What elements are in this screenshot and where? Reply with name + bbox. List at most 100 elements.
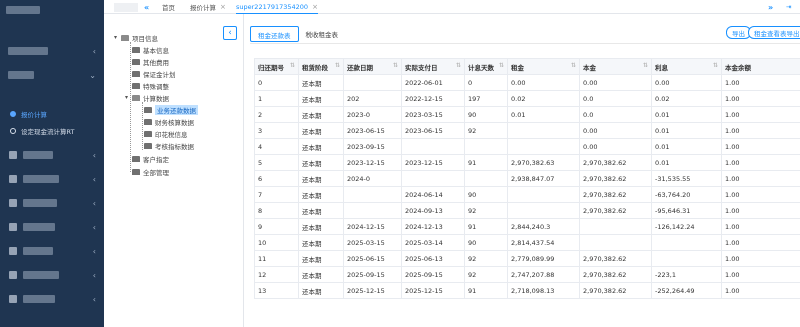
col-date[interactable]: 还款日期 ⇅ (343, 58, 402, 75)
table-row[interactable]: 2 还本期 2023-0 2023-03-15 90 0.01 0.0 0.01 1.00 (254, 106, 800, 123)
sort-icon[interactable]: ⇅ (713, 62, 718, 69)
tree-node-customer[interactable]: 客户指定 (132, 153, 169, 164)
table-row[interactable]: 5 还本期 2023-12-15 2023-12-15 91 2,970,382.63 2,… (254, 154, 800, 171)
menu-icon (9, 199, 17, 207)
sort-icon[interactable]: ⇅ (456, 62, 461, 69)
table-cell: 1.00 (721, 282, 800, 299)
chevron-left-icon: ‹ (92, 150, 96, 160)
table-cell: 92 (464, 266, 508, 283)
col-interest[interactable]: 利息 ⇅ (651, 58, 722, 75)
table-cell: 2025-12-15 (343, 282, 402, 299)
tree-node-deposit[interactable]: 保证金计划 (132, 68, 176, 79)
tree-node-stamp-tax[interactable]: 印花税信息 (144, 128, 188, 139)
col-rent[interactable]: 租金 ⇅ (507, 58, 580, 75)
tree-node-root[interactable]: ▾ 项目信息 (114, 32, 158, 43)
table-row[interactable]: 0 还本期 2022-06-01 0 0.00 0.00 0.00 1.00 (254, 74, 800, 91)
menu-icon (9, 271, 17, 279)
sidebar-subitem-quote[interactable]: 报价计算 (0, 107, 104, 120)
tree-node-adjust[interactable]: 特殊调整 (132, 80, 169, 91)
table-row[interactable]: 12 还本期 2025-09-15 2025-09-15 92 2,747,207.88 2… (254, 266, 800, 283)
collapse-panel-button[interactable]: ‹ (223, 26, 237, 40)
chevron-left-icon: ‹ (92, 46, 96, 56)
sidebar-item-1[interactable]: ‹ (0, 44, 104, 58)
table-cell: 1.00 (721, 74, 800, 91)
col-pay-date[interactable]: 实际支付日 ⇅ (401, 58, 465, 75)
close-icon[interactable]: × (220, 3, 226, 11)
sidebar-item-8[interactable]: ‹ (0, 268, 104, 282)
table-cell: 1.00 (721, 122, 800, 139)
folder-icon (144, 130, 152, 137)
table-cell: 91 (464, 282, 508, 299)
tree-node-label: 计算数据 (143, 94, 169, 103)
table-cell (464, 138, 508, 155)
table-cell: 2,970,382.62 (579, 186, 652, 203)
table-header-row: 归还期号 ⇅ 租赁阶段 ⇅ 还款日期 ⇅ 实际支付日 ⇅ 计息天数 ⇅ 租金 ⇅ 本金 ⇅ 利… (254, 58, 800, 75)
tree-node-calc[interactable]: ▾ 计算数据 (125, 92, 169, 103)
tab-active[interactable]: super2217917354200 × (236, 0, 318, 14)
tree-node-finance[interactable]: 财务核算数据 (144, 116, 194, 127)
col-days[interactable]: 计息天数 ⇅ (464, 58, 508, 75)
sidebar-subitem-cashflow[interactable]: 设定现金流计算RT (0, 124, 104, 137)
col-principal[interactable]: 本金 ⇅ (579, 58, 652, 75)
sidebar-item-5[interactable]: ‹ (0, 196, 104, 210)
table-row[interactable]: 1 还本期 202 2022-12-15 197 0.02 0.0 0.02 1.00 (254, 90, 800, 107)
table-cell: 还本期 (298, 234, 344, 251)
sidebar-item-9[interactable]: ‹ (0, 292, 104, 306)
tab-bar: « 首页 报价计算 × super2217917354200 × » ⇥ (104, 0, 800, 14)
sort-icon[interactable]: ⇅ (571, 62, 576, 69)
sort-icon[interactable]: ⇅ (643, 62, 648, 69)
col-period[interactable]: 归还期号 ⇅ (254, 58, 299, 75)
table-row[interactable]: 10 还本期 2025-03-15 2025-03-14 90 2,814,437.54 1… (254, 234, 800, 251)
table-cell: 还本期 (298, 218, 344, 235)
table-row[interactable]: 13 还本期 2025-12-15 2025-12-15 91 2,718,098.13 2… (254, 282, 800, 299)
tree-node-business-repay[interactable]: 业务还款数据 (144, 104, 198, 115)
table-cell (464, 170, 508, 187)
table-row[interactable]: 4 还本期 2023-09-15 0.00 0.01 1.00 (254, 138, 800, 155)
sidebar-item-2[interactable]: ⌄ (0, 68, 104, 82)
table-cell (507, 186, 580, 203)
chart-icon (9, 247, 17, 255)
sidebar-item-3[interactable]: ‹ (0, 148, 104, 162)
table-cell: 0.00 (579, 138, 652, 155)
tab-tax-table[interactable]: 税收租金表 (299, 26, 346, 42)
table-cell: 1.00 (721, 90, 800, 107)
tab-home[interactable]: 首页 (162, 0, 175, 14)
scroll-left-icon[interactable]: « (144, 0, 149, 14)
table-row[interactable]: 6 还本期 2024-0 2,938,847.07 2,970,382.62 -31,53… (254, 170, 800, 187)
export-all-button[interactable]: 租金查看表导出 (748, 26, 800, 39)
scroll-right-icon[interactable]: » (768, 0, 773, 14)
table-cell: 还本期 (298, 90, 344, 107)
exit-icon[interactable]: ⇥ (786, 0, 791, 14)
sort-icon[interactable]: ⇅ (335, 62, 340, 69)
chevron-down-icon: ⌄ (89, 70, 96, 80)
table-cell (401, 170, 465, 187)
table-cell: 202 (343, 90, 402, 107)
tree-node-other-fee[interactable]: 其他费用 (132, 56, 169, 67)
table-row[interactable]: 11 还本期 2025-06-15 2025-06-13 92 2,779,089.99 2… (254, 250, 800, 267)
table-row[interactable]: 9 还本期 2024-12-15 2024-12-13 91 2,844,240.3 -12… (254, 218, 800, 235)
table-row[interactable]: 8 还本期 2024-09-13 92 2,970,382.62 -95,646.31 1.… (254, 202, 800, 219)
tree-node-manage[interactable]: 全部管理 (132, 166, 169, 177)
col-stage[interactable]: 租赁阶段 ⇅ (298, 58, 344, 75)
close-icon[interactable]: × (312, 3, 318, 11)
tab-repay-table[interactable]: 租金还款表 (250, 26, 299, 42)
sort-icon[interactable]: ⇅ (499, 62, 504, 69)
col-balance[interactable]: 本金余额 (721, 58, 800, 75)
table-cell: 1 (254, 90, 299, 107)
table-row[interactable]: 3 还本期 2023-06-15 2023-06-15 92 0.00 0.01 1.00 (254, 122, 800, 139)
sort-icon[interactable]: ⇅ (290, 62, 295, 69)
sidebar-item-4[interactable]: ‹ (0, 172, 104, 186)
sort-icon[interactable]: ⇅ (393, 62, 398, 69)
table-cell: 2,970,382.63 (507, 154, 580, 171)
sidebar-item-6[interactable]: ‹ (0, 220, 104, 234)
main-panel: 租金还款表 税收租金表 导出 租金查看表导出 归还期号 ⇅ 租赁阶段 ⇅ 还款日期 ⇅… (244, 14, 800, 327)
tab-quote[interactable]: 报价计算 × (190, 0, 226, 14)
tree-node-basic[interactable]: 基本信息 (132, 44, 169, 55)
table-cell: 0.01 (507, 106, 580, 123)
table-row[interactable]: 7 还本期 2024-06-14 90 2,970,382.62 -63,764.20 1.… (254, 186, 800, 203)
tab-home-label: 首页 (162, 4, 175, 12)
sidebar-item-7[interactable]: ‹ (0, 244, 104, 258)
tree-node-kpi[interactable]: 考核指标数据 (144, 140, 194, 151)
table-cell: 还本期 (298, 170, 344, 187)
chevron-left-icon: ‹ (228, 28, 232, 38)
